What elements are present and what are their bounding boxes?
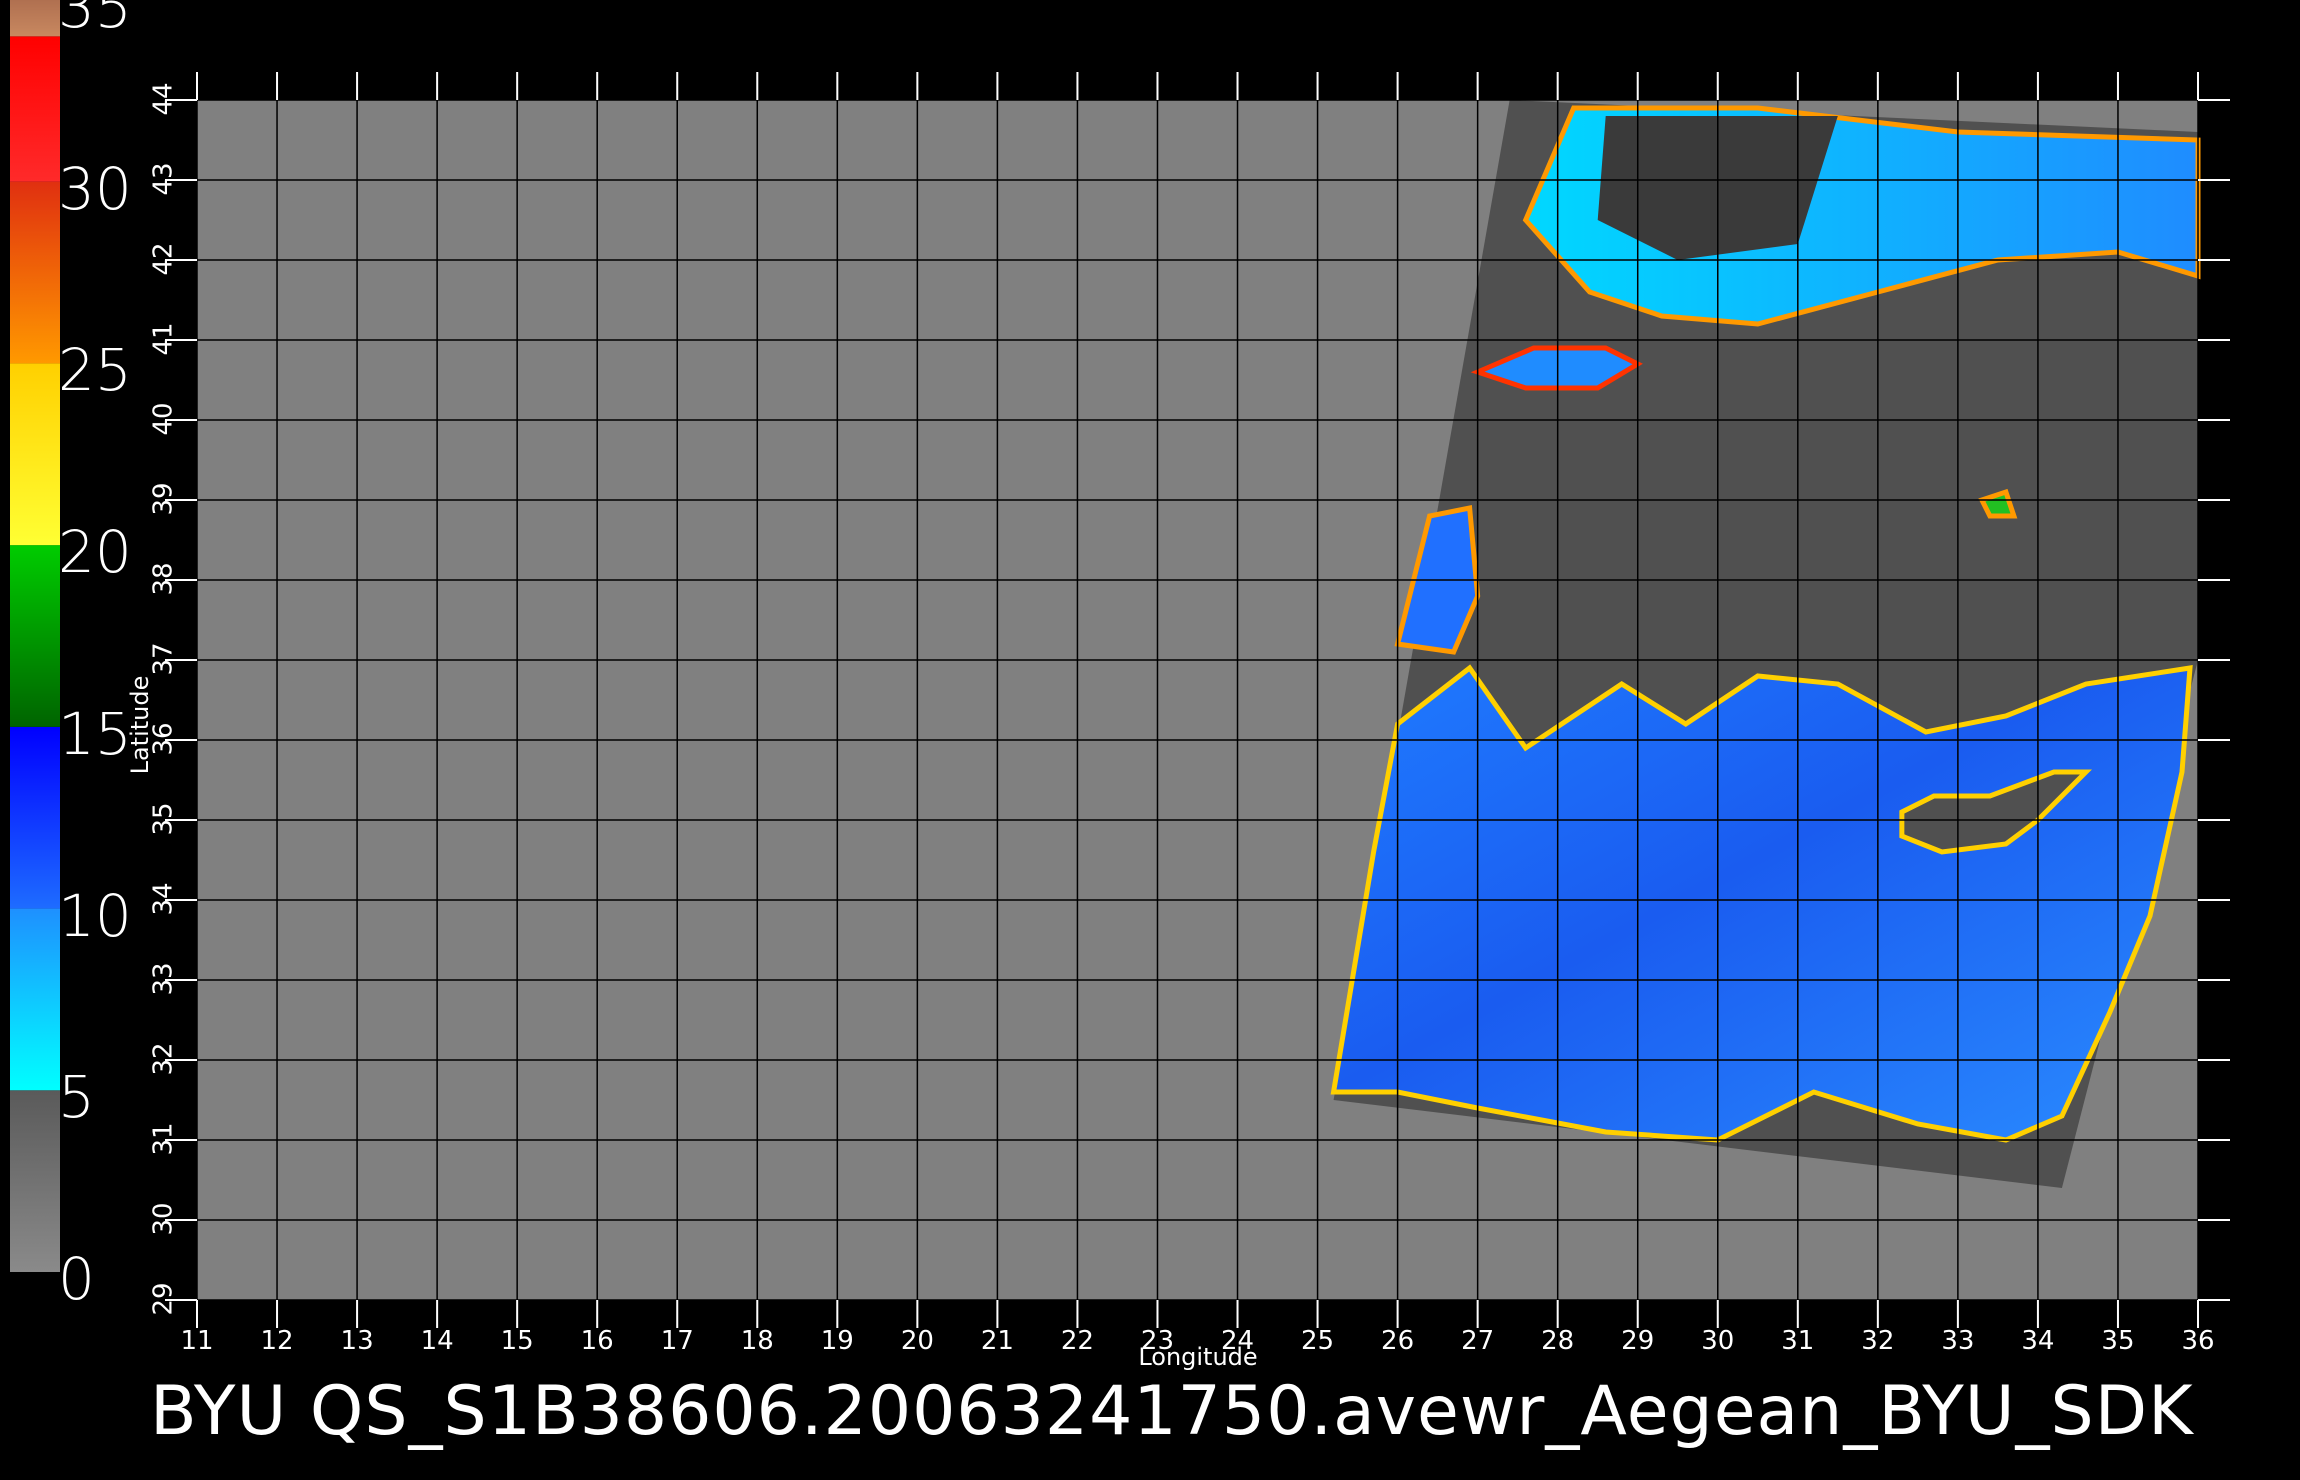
colorbar-label: 5 (58, 1063, 95, 1132)
y-tick-label: 37 (148, 642, 179, 676)
x-tick-label: 27 (1461, 1326, 1495, 1356)
x-tick-label: 13 (340, 1326, 374, 1356)
y-tick-label: 39 (148, 482, 179, 516)
colorbar-segment (10, 726, 60, 909)
colorbar-label: 35 (58, 0, 132, 41)
colorbar (10, 0, 60, 1272)
y-axis-label: Latitude (126, 675, 154, 775)
y-tick-label: 44 (148, 82, 179, 116)
y-tick-label: 41 (148, 322, 179, 356)
colorbar-segment (10, 908, 60, 1091)
colorbar-segment (10, 181, 60, 364)
colorbar-segment (10, 0, 60, 37)
x-tick-label: 29 (1621, 1326, 1655, 1356)
y-tick-label: 33 (148, 962, 179, 996)
colorbar-label: 30 (58, 154, 132, 223)
x-tick-label: 21 (980, 1326, 1014, 1356)
x-tick-label: 36 (2181, 1326, 2215, 1356)
x-tick-label: 18 (740, 1326, 774, 1356)
x-tick-label: 17 (660, 1326, 694, 1356)
x-tick-label: 26 (1381, 1326, 1415, 1356)
x-tick-label: 12 (260, 1326, 294, 1356)
colorbar-segment (10, 1090, 60, 1272)
y-tick-label: 42 (148, 242, 179, 276)
colorbar-segment (10, 36, 60, 182)
colorbar-label: 10 (58, 881, 132, 950)
mediterranean-wind-field (1330, 664, 2193, 1143)
y-tick-label: 30 (148, 1202, 179, 1236)
image-title: BYU QS_S1B38606.20063241750.avewr_Aegean… (150, 1372, 2194, 1451)
x-tick-label: 34 (2021, 1326, 2055, 1356)
x-tick-label: 35 (2101, 1326, 2135, 1356)
x-tick-label: 30 (1701, 1326, 1735, 1356)
x-tick-label: 32 (1861, 1326, 1895, 1356)
x-tick-label: 20 (900, 1326, 934, 1356)
y-tick-label: 34 (148, 882, 179, 916)
y-tick-label: 38 (148, 562, 179, 596)
colorbar-segment (10, 545, 60, 727)
y-tick-label: 31 (148, 1122, 179, 1156)
x-tick-label: 11 (180, 1326, 214, 1356)
x-tick-label: 25 (1301, 1326, 1335, 1356)
colorbar-label: 20 (58, 518, 132, 587)
y-tick-label: 29 (148, 1282, 179, 1316)
x-tick-label: 14 (420, 1326, 454, 1356)
x-tick-label: 31 (1781, 1326, 1815, 1356)
colorbar-label: 0 (58, 1245, 95, 1313)
x-tick-label: 19 (820, 1326, 854, 1356)
x-tick-label: 28 (1541, 1326, 1575, 1356)
y-tick-label: 40 (148, 402, 179, 436)
x-axis-label: Longitude (1138, 1343, 1258, 1371)
map-figure (10, 0, 2230, 1328)
colorbar-segment (10, 363, 60, 546)
y-tick-label: 32 (148, 1042, 179, 1076)
colorbar-label: 15 (58, 699, 132, 768)
y-tick-label: 35 (148, 802, 179, 836)
x-tick-label: 22 (1060, 1326, 1094, 1356)
colorbar-label: 25 (58, 336, 132, 405)
x-tick-label: 16 (580, 1326, 614, 1356)
x-tick-label: 15 (500, 1326, 534, 1356)
x-tick-label: 33 (1941, 1326, 1975, 1356)
y-tick-label: 43 (148, 162, 179, 196)
